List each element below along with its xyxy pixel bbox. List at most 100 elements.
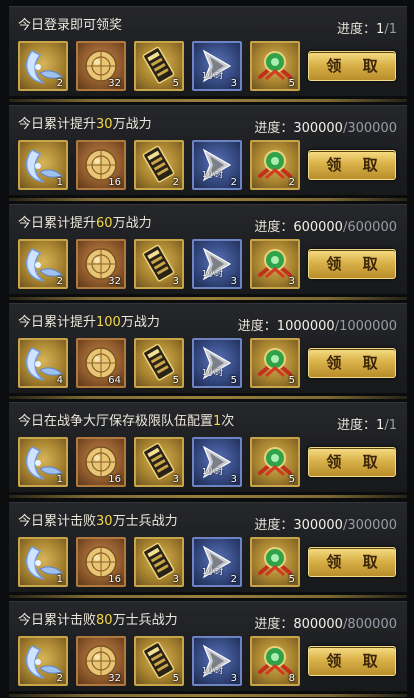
item-count: 5 <box>288 78 295 89</box>
claim-button[interactable]: 领 取 <box>308 249 396 279</box>
item-count: 2 <box>172 177 179 188</box>
reward-item[interactable]: 16 <box>76 537 126 587</box>
task-progress: 进度：600000/600000 <box>254 220 397 235</box>
item-count: 2 <box>230 177 237 188</box>
task-progress: 进度：1/1 <box>337 418 397 433</box>
task-title: 今日累计提升60万战力 <box>18 216 152 231</box>
reward-item[interactable]: 4 <box>18 338 68 388</box>
item-count: 64 <box>108 375 121 386</box>
item-count: 3 <box>172 574 179 585</box>
duration-label: 1小时 <box>202 666 224 675</box>
item-count: 5 <box>172 78 179 89</box>
reward-item[interactable]: 1小时 2 <box>192 537 242 587</box>
reward-item[interactable]: 32 <box>76 239 126 289</box>
claim-button[interactable]: 领 取 <box>308 646 396 676</box>
claim-button[interactable]: 领 取 <box>308 150 396 180</box>
duration-label: 1小时 <box>202 269 224 278</box>
claim-button[interactable]: 领 取 <box>308 547 396 577</box>
reward-item[interactable]: 16 <box>76 437 126 487</box>
item-count: 3 <box>230 276 237 287</box>
task-progress: 进度：300000/300000 <box>254 121 397 136</box>
reward-item[interactable]: 1 <box>18 437 68 487</box>
item-count: 32 <box>108 673 121 684</box>
reward-item[interactable]: 5 <box>134 636 184 686</box>
claim-button[interactable]: 领 取 <box>308 447 396 477</box>
reward-item[interactable]: 1 <box>18 140 68 190</box>
reward-item[interactable]: 1小时 3 <box>192 41 242 91</box>
item-count: 16 <box>108 474 121 485</box>
task-title: 今日累计击败80万士兵战力 <box>18 613 178 628</box>
task-title: 今日在战争大厅保存极限队伍配置1次 <box>18 414 235 429</box>
daily-reward-list: 今日登录即可领奖 进度：1/1 2 32 5 1小时 3 5 领 取 今日累计提升30万战… <box>0 0 414 698</box>
item-count: 2 <box>230 574 237 585</box>
reward-item[interactable]: 2 <box>18 636 68 686</box>
duration-label: 1小时 <box>202 170 224 179</box>
reward-item[interactable]: 32 <box>76 636 126 686</box>
item-count: 8 <box>288 673 295 684</box>
reward-item[interactable]: 1小时 5 <box>192 338 242 388</box>
task-title: 今日累计提升100万战力 <box>18 315 160 330</box>
reward-item[interactable]: 2 <box>18 239 68 289</box>
reward-item[interactable]: 2 <box>134 140 184 190</box>
item-count: 1 <box>56 474 63 485</box>
reward-item[interactable]: 5 <box>250 437 300 487</box>
reward-item[interactable]: 1小时 2 <box>192 140 242 190</box>
reward-item[interactable]: 3 <box>250 239 300 289</box>
reward-row: 今日累计提升100万战力 进度：1000000/1000000 4 64 5 1小时 5… <box>9 303 407 399</box>
item-count: 3 <box>230 78 237 89</box>
reward-item[interactable]: 2 <box>18 41 68 91</box>
task-progress: 进度：1000000/1000000 <box>237 319 397 334</box>
item-count: 3 <box>230 474 237 485</box>
reward-item[interactable]: 64 <box>76 338 126 388</box>
reward-row: 今日累计提升30万战力 进度：300000/300000 1 16 2 1小时 2 2 领… <box>9 105 407 201</box>
reward-item[interactable]: 5 <box>134 41 184 91</box>
task-progress: 进度：300000/300000 <box>254 518 397 533</box>
item-count: 5 <box>288 574 295 585</box>
item-count: 32 <box>108 78 121 89</box>
task-title: 今日累计击败30万士兵战力 <box>18 514 178 529</box>
reward-item[interactable]: 3 <box>134 437 184 487</box>
reward-item[interactable]: 8 <box>250 636 300 686</box>
item-count: 5 <box>288 474 295 485</box>
item-count: 2 <box>288 177 295 188</box>
duration-label: 1小时 <box>202 467 224 476</box>
reward-item[interactable]: 1 <box>18 537 68 587</box>
claim-button[interactable]: 领 取 <box>308 348 396 378</box>
item-count: 5 <box>288 375 295 386</box>
task-progress: 进度：800000/800000 <box>254 617 397 632</box>
reward-item[interactable]: 5 <box>250 338 300 388</box>
reward-item[interactable]: 5 <box>134 338 184 388</box>
item-count: 5 <box>172 673 179 684</box>
reward-row: 今日在战争大厅保存极限队伍配置1次 进度：1/1 1 16 3 1小时 3 5 领 取 <box>9 402 407 498</box>
duration-label: 1小时 <box>202 567 224 576</box>
reward-row: 今日累计击败30万士兵战力 进度：300000/300000 1 16 3 1小时 2 5… <box>9 502 407 598</box>
task-title: 今日登录即可领奖 <box>18 18 123 33</box>
reward-item[interactable]: 32 <box>76 41 126 91</box>
item-count: 2 <box>56 673 63 684</box>
item-count: 16 <box>108 177 121 188</box>
item-count: 16 <box>108 574 121 585</box>
item-count: 2 <box>56 276 63 287</box>
item-count: 32 <box>108 276 121 287</box>
item-count: 5 <box>172 375 179 386</box>
item-count: 3 <box>230 673 237 684</box>
reward-item[interactable]: 5 <box>250 41 300 91</box>
reward-item[interactable]: 16 <box>76 140 126 190</box>
item-count: 3 <box>172 474 179 485</box>
reward-item[interactable]: 3 <box>134 537 184 587</box>
reward-item[interactable]: 2 <box>250 140 300 190</box>
item-count: 1 <box>56 574 63 585</box>
reward-item[interactable]: 1小时 3 <box>192 636 242 686</box>
reward-item[interactable]: 1小时 3 <box>192 239 242 289</box>
task-title: 今日累计提升30万战力 <box>18 117 152 132</box>
claim-button[interactable]: 领 取 <box>308 51 396 81</box>
reward-item[interactable]: 5 <box>250 537 300 587</box>
reward-row: 今日累计击败80万士兵战力 进度：800000/800000 2 32 5 1小时 3 8… <box>9 601 407 697</box>
reward-row: 今日累计提升60万战力 进度：600000/600000 2 32 3 1小时 3 3 领… <box>9 204 407 300</box>
reward-item[interactable]: 1小时 3 <box>192 437 242 487</box>
item-count: 2 <box>56 78 63 89</box>
reward-item[interactable]: 3 <box>134 239 184 289</box>
duration-label: 1小时 <box>202 71 224 80</box>
duration-label: 1小时 <box>202 368 224 377</box>
reward-row: 今日登录即可领奖 进度：1/1 2 32 5 1小时 3 5 领 取 <box>9 6 407 102</box>
